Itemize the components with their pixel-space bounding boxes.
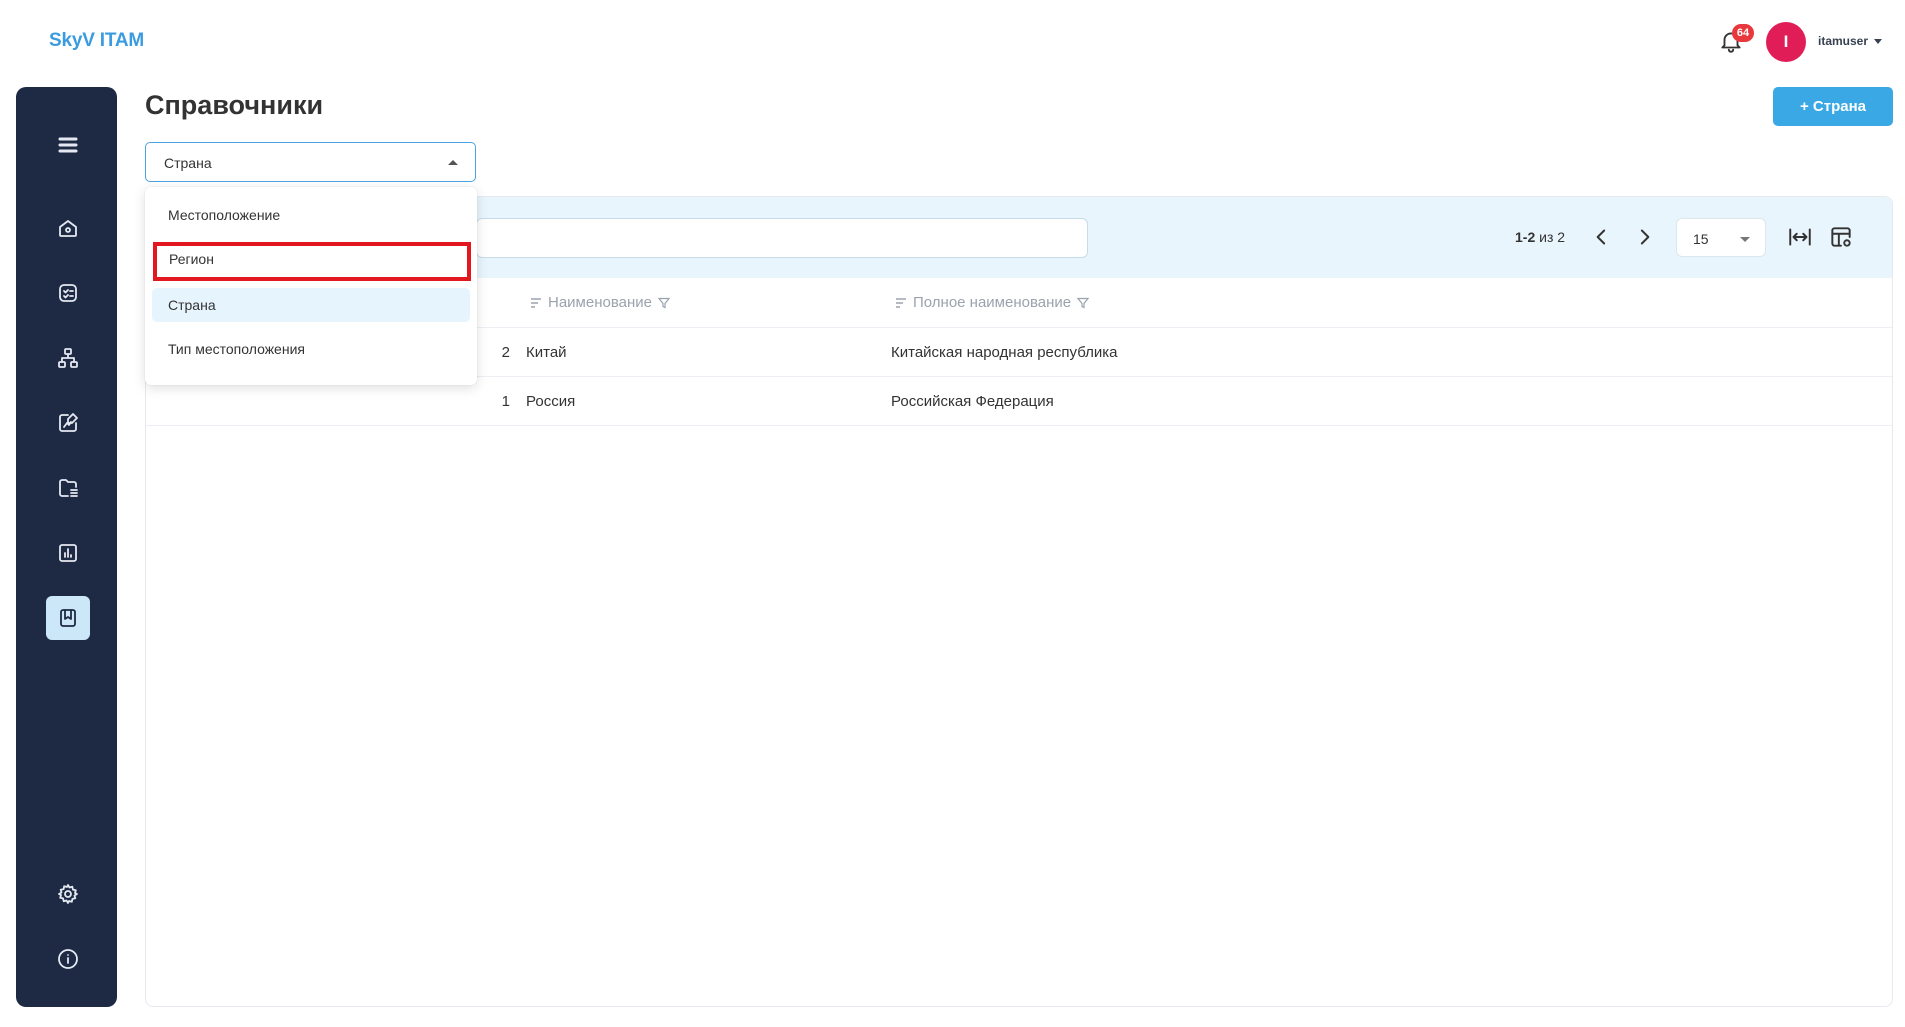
pagination-range: 1-2 <box>1515 229 1536 245</box>
dropdown-option-region[interactable]: Регион <box>153 242 471 281</box>
sidebar <box>16 87 117 1007</box>
dropdown-option-country[interactable]: Страна <box>152 288 470 322</box>
reference-select[interactable]: Страна <box>145 142 476 182</box>
column-settings-icon[interactable] <box>1828 224 1854 250</box>
user-menu[interactable]: itamuser <box>1818 34 1883 48</box>
fit-columns-icon[interactable] <box>1787 224 1813 250</box>
info-icon[interactable] <box>46 937 90 981</box>
folder-list-icon[interactable] <box>46 466 90 510</box>
page-size-select[interactable]: 15 <box>1676 218 1766 257</box>
column-header-name-label: Наименование <box>548 294 652 311</box>
filter-icon[interactable] <box>1077 297 1090 309</box>
row-name: Китай <box>526 344 567 361</box>
chevron-up-icon <box>448 160 458 165</box>
chevron-left-icon[interactable] <box>1589 224 1615 250</box>
sort-icon <box>531 297 541 308</box>
row-full-name: Китайская народная республика <box>891 344 1118 361</box>
page-size-value: 15 <box>1693 231 1709 247</box>
search-input[interactable] <box>476 218 1088 258</box>
row-name: Россия <box>526 393 576 410</box>
column-header-name[interactable]: Наименование <box>530 294 670 311</box>
column-header-full-name[interactable]: Полное наименование <box>895 294 1090 311</box>
menu-icon[interactable] <box>46 123 90 167</box>
pagination-total: 2 <box>1557 229 1566 245</box>
bookmark-icon[interactable] <box>46 596 90 640</box>
sort-icon <box>896 297 906 308</box>
row-full-name: Российская Федерация <box>891 393 1054 410</box>
dropdown-option-location[interactable]: Местоположение <box>152 198 470 232</box>
top-bar: SkyV ITAM 64 I itamuser <box>0 0 1905 84</box>
row-id: 1 <box>501 393 510 410</box>
page-title: Справочники <box>145 90 324 120</box>
filter-icon[interactable] <box>657 297 670 309</box>
column-header-full-name-label: Полное наименование <box>913 294 1072 311</box>
hierarchy-icon[interactable] <box>46 336 90 380</box>
checklist-icon[interactable] <box>46 271 90 315</box>
add-country-button[interactable]: + Страна <box>1773 87 1893 126</box>
username-label: itamuser <box>1818 34 1869 48</box>
bar-chart-icon[interactable] <box>46 531 90 575</box>
chevron-down-icon <box>1874 39 1883 45</box>
app-logo[interactable]: SkyV ITAM <box>49 30 144 52</box>
chevron-down-icon <box>1740 237 1750 242</box>
dropdown-option-location-type[interactable]: Тип местоположения <box>152 332 470 366</box>
pagination-info: 1-2 из 2 <box>1515 229 1565 245</box>
table-row[interactable]: 1 Россия Российская Федерация <box>146 378 1892 426</box>
pagination-of: из <box>1539 229 1554 245</box>
row-id: 2 <box>501 344 510 361</box>
chart-edit-icon[interactable] <box>46 401 90 445</box>
home-icon[interactable] <box>46 206 90 250</box>
reference-select-value: Страна <box>164 155 212 171</box>
gear-icon[interactable] <box>46 872 90 916</box>
notification-badge: 64 <box>1732 24 1754 42</box>
avatar[interactable]: I <box>1766 22 1806 62</box>
reference-dropdown: Местоположение Регион Страна Тип местопо… <box>145 187 477 385</box>
chevron-right-icon[interactable] <box>1631 224 1657 250</box>
